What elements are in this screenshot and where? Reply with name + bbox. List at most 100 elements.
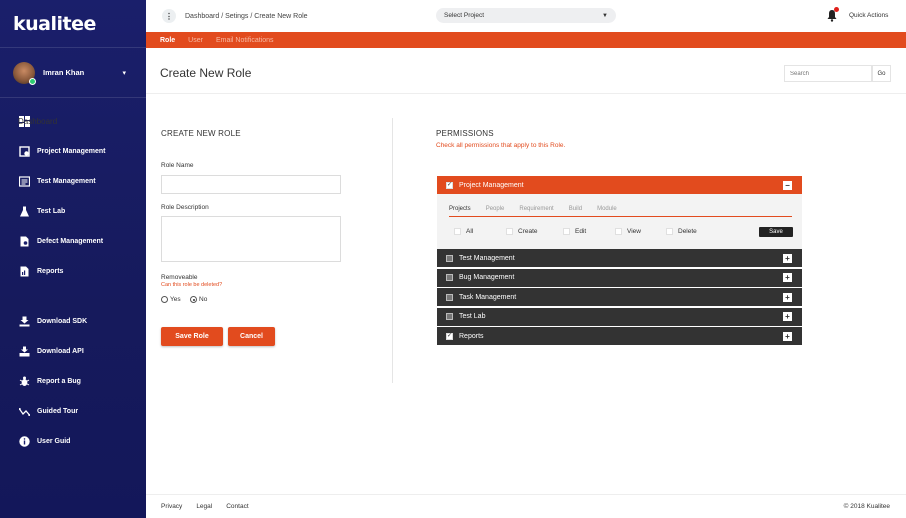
checkbox-checked[interactable]: ✓ bbox=[446, 181, 453, 189]
project-select[interactable]: Select Project ▼ bbox=[436, 8, 616, 23]
sidebar-item-label: Dashboard bbox=[18, 116, 58, 126]
sidebar-item-label: User Guid bbox=[37, 437, 71, 445]
sidebar-item-defect-management[interactable]: Defect Management bbox=[0, 226, 146, 256]
role-name-field[interactable] bbox=[161, 175, 341, 194]
sidebar-item-label: Test Management bbox=[37, 177, 96, 185]
role-description-label: Role Description bbox=[161, 204, 209, 211]
checkbox[interactable] bbox=[454, 228, 461, 235]
expand-icon[interactable]: + bbox=[783, 331, 792, 341]
more-options-icon[interactable]: ⋮ bbox=[162, 9, 176, 23]
tab-projects[interactable]: Projects bbox=[449, 206, 471, 216]
radio-circle bbox=[161, 296, 168, 303]
user-name: Imran Khan bbox=[43, 68, 85, 77]
expand-icon[interactable]: + bbox=[783, 292, 792, 302]
radio-circle-selected bbox=[190, 296, 197, 303]
quick-actions-link[interactable]: Quick Actions bbox=[849, 12, 888, 19]
flask-icon bbox=[18, 205, 30, 217]
option-create[interactable]: Create bbox=[506, 228, 563, 235]
chevron-down-icon[interactable]: ▾ bbox=[122, 69, 126, 77]
permissions-heading: PERMISSIONS bbox=[436, 129, 494, 138]
tab-requirement[interactable]: Requirement bbox=[519, 206, 553, 216]
sidebar-item-test-management[interactable]: Test Management bbox=[0, 166, 146, 196]
panel-test-management[interactable]: Test Management + bbox=[437, 249, 802, 267]
sidebar-item-reports[interactable]: Reports bbox=[0, 256, 146, 286]
checkbox[interactable] bbox=[446, 293, 453, 301]
panel-title: Task Management bbox=[459, 293, 517, 301]
project-management-icon bbox=[18, 145, 30, 157]
reports-icon bbox=[18, 265, 30, 277]
panel-bug-management[interactable]: Bug Management + bbox=[437, 268, 802, 287]
checkbox[interactable] bbox=[615, 228, 622, 235]
user-profile[interactable]: Imran Khan ▾ bbox=[0, 48, 146, 98]
checkbox[interactable] bbox=[446, 254, 453, 262]
sidebar-item-test-lab[interactable]: Test Lab bbox=[0, 196, 146, 226]
page-header: Create New Role Go bbox=[146, 48, 906, 94]
panel-reports[interactable]: ✓ Reports + bbox=[437, 327, 802, 345]
sidebar-item-project-management[interactable]: Project Management bbox=[0, 136, 146, 166]
save-role-button[interactable]: Save Role bbox=[161, 327, 223, 346]
panel-title: Bug Management bbox=[459, 274, 515, 281]
radio-yes-label: Yes bbox=[170, 296, 181, 303]
avatar bbox=[13, 61, 36, 85]
checkbox[interactable] bbox=[563, 228, 570, 235]
notification-bell-icon[interactable] bbox=[826, 7, 839, 22]
radio-no[interactable]: No bbox=[190, 296, 207, 303]
radio-yes[interactable]: Yes bbox=[161, 296, 181, 303]
footer-link-privacy[interactable]: Privacy bbox=[161, 503, 182, 510]
sidebar-item-label: Guided Tour bbox=[37, 407, 79, 415]
checkbox[interactable] bbox=[506, 228, 513, 235]
panel-task-management[interactable]: Task Management + bbox=[437, 288, 802, 306]
sidebar-item-download-sdk[interactable]: Download SDK bbox=[0, 306, 146, 336]
panel-title: Test Management bbox=[459, 254, 515, 262]
sidebar-item-label: Defect Management bbox=[37, 237, 104, 245]
tab-module[interactable]: Module bbox=[597, 206, 617, 216]
tab-role[interactable]: Role bbox=[160, 37, 175, 44]
permission-tabs: Projects People Requirement Build Module bbox=[449, 206, 792, 217]
tour-icon bbox=[18, 405, 30, 417]
footer-link-legal[interactable]: Legal bbox=[196, 503, 212, 510]
panel-project-management[interactable]: ✓ Project Management − bbox=[437, 176, 802, 194]
settings-tabs: Role User Email Notifications bbox=[146, 32, 906, 48]
sidebar-item-download-api[interactable]: Download API bbox=[0, 336, 146, 366]
expand-icon[interactable]: + bbox=[783, 253, 792, 263]
sidebar: kualitee Imran Khan ▾ Dashboard Project … bbox=[0, 0, 146, 518]
defect-icon bbox=[18, 235, 30, 247]
tab-user[interactable]: User bbox=[188, 37, 203, 44]
search-go-button[interactable]: Go bbox=[872, 65, 891, 82]
radio-no-label: No bbox=[199, 296, 208, 303]
project-management-permissions: Projects People Requirement Build Module… bbox=[437, 194, 802, 249]
option-label: Delete bbox=[678, 228, 697, 235]
kualitee-logo[interactable]: kualitee bbox=[0, 0, 146, 48]
sidebar-item-guided-tour[interactable]: Guided Tour bbox=[0, 396, 146, 426]
create-role-heading: CREATE NEW ROLE bbox=[161, 129, 241, 138]
tab-email-notifications[interactable]: Email Notifications bbox=[216, 37, 274, 44]
save-permissions-button[interactable]: Save bbox=[759, 227, 793, 237]
checkbox[interactable] bbox=[446, 274, 453, 281]
collapse-icon[interactable]: − bbox=[783, 180, 792, 190]
role-description-field[interactable] bbox=[161, 216, 341, 262]
checkbox-checked[interactable]: ✓ bbox=[446, 332, 453, 340]
option-edit[interactable]: Edit bbox=[563, 228, 615, 235]
sidebar-item-user-guide[interactable]: User Guid bbox=[0, 426, 146, 456]
sidebar-item-label: Report a Bug bbox=[37, 377, 81, 385]
tab-build[interactable]: Build bbox=[569, 206, 582, 216]
footer-link-contact[interactable]: Contact bbox=[226, 503, 248, 510]
option-view[interactable]: View bbox=[615, 228, 666, 235]
checkbox[interactable] bbox=[446, 313, 453, 320]
tab-people[interactable]: People bbox=[486, 206, 505, 216]
checkbox[interactable] bbox=[666, 228, 673, 235]
expand-icon[interactable]: + bbox=[783, 312, 792, 321]
copyright: © 2018 Kualitee bbox=[843, 503, 890, 510]
cancel-button[interactable]: Cancel bbox=[228, 327, 275, 346]
option-all[interactable]: All bbox=[454, 228, 506, 235]
expand-icon[interactable]: + bbox=[783, 273, 792, 282]
chevron-down-icon: ▼ bbox=[602, 12, 608, 19]
panel-test-lab[interactable]: Test Lab + bbox=[437, 307, 802, 326]
panel-title: Reports bbox=[459, 332, 484, 340]
search-input[interactable] bbox=[784, 65, 872, 82]
sidebar-item-report-bug[interactable]: Report a Bug bbox=[0, 366, 146, 396]
download-api-icon bbox=[18, 345, 30, 357]
option-delete[interactable]: Delete bbox=[666, 228, 697, 235]
sidebar-item-dashboard[interactable]: Dashboard bbox=[0, 106, 146, 136]
